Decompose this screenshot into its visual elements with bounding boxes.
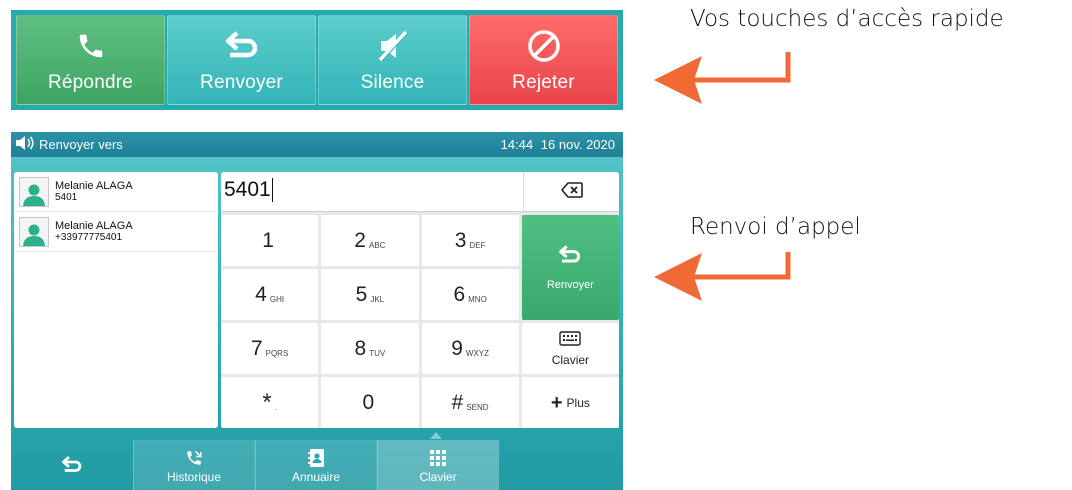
- address-book-icon: [307, 446, 325, 470]
- tab-history-label: Historique: [166, 470, 222, 484]
- contact-number: 5401: [55, 192, 78, 203]
- status-title: Renvoyer vers: [39, 137, 123, 152]
- list-item[interactable]: Melanie ALAGA 5401: [16, 172, 216, 212]
- key-letters: PQRS: [265, 348, 289, 358]
- tab-keypad-label: Clavier: [419, 470, 457, 484]
- quick-access-annotation: Vos touches d’accès rapide: [690, 6, 1004, 32]
- key-star[interactable]: *.: [221, 377, 319, 428]
- bottom-softkey-bar: Historique Annuaire Clavier: [11, 440, 623, 490]
- keyboard-button[interactable]: Clavier: [521, 323, 619, 374]
- key-digit: 3: [454, 228, 467, 252]
- key-letters: MNO: [468, 294, 487, 304]
- dial-input-row: 5401: [221, 172, 619, 212]
- answer-button[interactable]: Répondre: [16, 15, 165, 105]
- answer-label: Répondre: [47, 72, 134, 93]
- backspace-icon: [560, 181, 583, 203]
- incoming-call-softkey-bar: Répondre Renvoyer Silence Rejeter: [11, 10, 623, 110]
- arrow-icon: [654, 52, 791, 104]
- key-8[interactable]: 8 TUV: [321, 323, 419, 374]
- avatar: [19, 176, 49, 207]
- forward-button[interactable]: Renvoyer: [167, 15, 316, 105]
- forward-call-button[interactable]: Renvoyer: [521, 215, 619, 320]
- contact-suggestion-list: Melanie ALAGA 5401 Melanie ALAGA +339777…: [14, 172, 218, 428]
- reject-button[interactable]: Rejeter: [469, 15, 618, 105]
- key-digit: 4: [255, 282, 267, 306]
- back-arrow-icon: [61, 453, 83, 477]
- forward-label: Renvoyer: [200, 72, 283, 93]
- dial-input[interactable]: 5401: [224, 178, 273, 202]
- key-digit: 2: [354, 228, 366, 252]
- arrow-icon: [654, 252, 791, 301]
- return-arrow-icon: [558, 244, 582, 269]
- status-date: 16 nov. 2020: [540, 137, 615, 152]
- contact-name: Melanie ALAGA: [55, 180, 133, 192]
- key-letters: DEF: [469, 240, 486, 250]
- backspace-button[interactable]: [523, 172, 619, 212]
- key-digit: #: [451, 390, 464, 414]
- keyboard-icon: [559, 330, 582, 349]
- key-7[interactable]: 7 PQRS: [221, 323, 319, 374]
- mute-speaker-icon: [376, 26, 410, 66]
- list-item[interactable]: Melanie ALAGA +33977775401: [16, 212, 216, 252]
- key-9[interactable]: 9 WXYZ: [421, 323, 519, 374]
- return-arrow-icon: [224, 26, 260, 66]
- keypad-grid-icon: [429, 446, 447, 470]
- key-letters: WXYZ: [465, 348, 490, 358]
- dial-input-value: 5401: [224, 178, 271, 201]
- key-digit: 5: [355, 282, 368, 306]
- key-1[interactable]: 1: [221, 215, 319, 266]
- key-digit: 9: [451, 336, 463, 360]
- keyboard-label: Clavier: [551, 352, 590, 367]
- active-tab-pointer: [430, 432, 442, 439]
- dialpad: 5401 1 2ABC 3DEF Renvoyer 4GHI 5JKL: [221, 172, 619, 428]
- phone-screen: Renvoyer vers 14:44 16 nov. 2020 Melanie…: [11, 132, 623, 490]
- forward-call-label: Renvoyer: [546, 279, 594, 291]
- key-letters: TUV: [369, 348, 386, 358]
- key-6[interactable]: 6 MNO: [421, 269, 519, 320]
- plus-button[interactable]: + Plus: [521, 377, 619, 428]
- tab-directory-label: Annuaire: [291, 470, 341, 484]
- key-2[interactable]: 2 ABC: [321, 215, 419, 266]
- silence-label: Silence: [360, 72, 425, 93]
- call-history-icon: [184, 446, 204, 470]
- speaker-icon: [15, 136, 35, 153]
- prohibited-icon: [526, 26, 562, 66]
- avatar: [19, 216, 49, 247]
- call-forward-annotation: Renvoi d’appel: [690, 214, 861, 240]
- keypad-grid: 1 2 ABC 3 DEF Renvoyer 4 GHI 5 JKL 6 MNO 7 PQR…: [221, 215, 619, 428]
- key-digit: 1: [262, 228, 274, 252]
- status-bar: Renvoyer vers 14:44 16 nov. 2020: [11, 132, 623, 157]
- text-caret: [271, 178, 273, 202]
- tab-keypad[interactable]: Clavier: [377, 440, 499, 490]
- tab-directory[interactable]: Annuaire: [255, 440, 377, 490]
- key-3[interactable]: 3 DEF: [421, 215, 519, 266]
- key-digit: 7: [250, 336, 263, 360]
- contact-name: Melanie ALAGA: [55, 220, 133, 232]
- key-5[interactable]: 5 JKL: [321, 269, 419, 320]
- key-letters: GHI: [269, 294, 285, 304]
- status-time: 14:44: [500, 137, 534, 152]
- key-letters: ABC: [368, 240, 386, 250]
- key-hash[interactable]: # SEND: [421, 377, 519, 428]
- key-letters: .: [274, 402, 277, 412]
- back-button[interactable]: [11, 440, 133, 490]
- plus-icon: +: [550, 391, 563, 414]
- phone-icon: [76, 26, 106, 66]
- key-0[interactable]: 0: [321, 377, 419, 428]
- key-digit: 6: [453, 282, 466, 306]
- contact-number: +33977775401: [55, 232, 123, 243]
- key-digit: *: [262, 388, 272, 416]
- key-digit: 0: [362, 390, 375, 414]
- key-letters: JKL: [370, 294, 385, 304]
- key-letters: SEND: [466, 402, 489, 412]
- plus-label: Plus: [566, 395, 590, 410]
- key-digit: 8: [354, 336, 367, 360]
- reject-label: Rejeter: [512, 72, 575, 93]
- tab-history[interactable]: Historique: [133, 440, 255, 490]
- key-4[interactable]: 4 GHI: [221, 269, 319, 320]
- silence-button[interactable]: Silence: [318, 15, 467, 105]
